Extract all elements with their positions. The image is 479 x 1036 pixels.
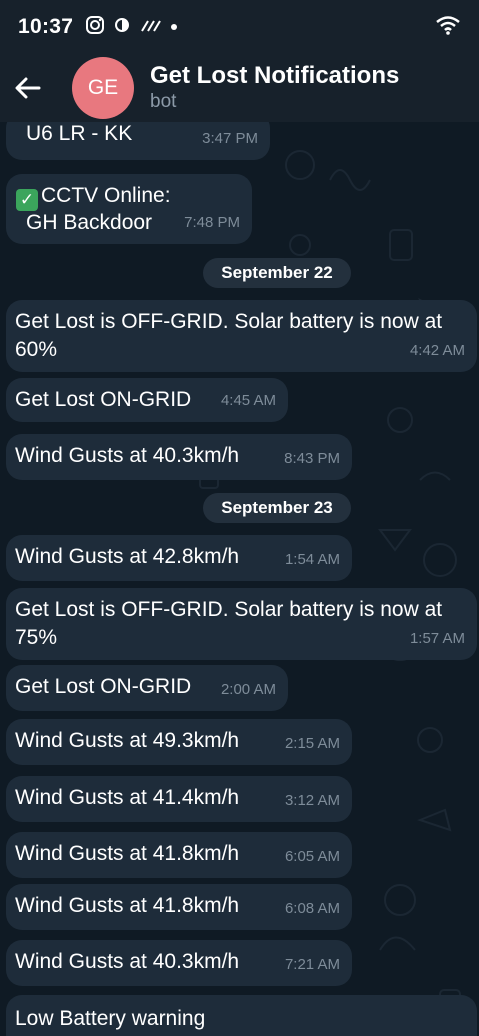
message-time: 3:12 AM	[284, 792, 340, 809]
dot-icon	[170, 18, 178, 36]
message-text-line1: ✓ CCTV Online:	[16, 182, 171, 211]
message-bubble[interactable]: Get Lost is OFF-GRID. Solar battery is n…	[6, 300, 477, 372]
message-text: Wind Gusts at 41.4km/h	[15, 786, 240, 809]
message-bubble[interactable]: Wind Gusts at 41.8km/h 6:05 AM	[6, 832, 352, 878]
message-text: CCTV Online:	[41, 184, 171, 207]
message-time: 7:21 AM	[284, 956, 340, 973]
message-list[interactable]: U6 LR - KK 3:47 PM ✓ CCTV Online: GH Back…	[0, 122, 479, 1036]
message-text-line2: 60%	[15, 338, 58, 361]
message-text: Get Lost ON-GRID	[15, 388, 192, 411]
message-time: 6:08 AM	[284, 900, 340, 917]
avatar-initials: GE	[87, 76, 119, 99]
chat-header: GE Get Lost Notifications bot	[0, 54, 479, 122]
message-bubble[interactable]: Wind Gusts at 41.4km/h 3:12 AM	[6, 776, 352, 822]
message-text-line1: Get Lost is OFF-GRID. Solar battery is n…	[15, 598, 443, 621]
message-time: 1:54 AM	[284, 551, 340, 568]
message-bubble[interactable]: Get Lost ON-GRID 4:45 AM	[6, 378, 288, 422]
date-separator: September 23	[203, 493, 351, 523]
message-text: Wind Gusts at 42.8km/h	[15, 545, 240, 568]
message-text: Wind Gusts at 40.3km/h	[15, 444, 240, 467]
message-bubble[interactable]: Wind Gusts at 49.3km/h 2:15 AM	[6, 719, 352, 765]
message-text: Wind Gusts at 41.8km/h	[15, 894, 240, 917]
status-bar: 10:37	[0, 0, 479, 54]
message-bubble[interactable]: ✓ CCTV Online: GH Backdoor 7:48 PM	[6, 174, 252, 244]
status-time: 10:37	[18, 15, 74, 38]
avatar[interactable]: GE	[72, 57, 134, 119]
message-time: 7:48 PM	[184, 214, 240, 231]
message-text: U6 LR - KK	[26, 122, 133, 145]
message-time: 8:43 PM	[284, 450, 340, 467]
message-bubble[interactable]: Low Battery warning	[6, 995, 477, 1036]
message-time: 2:00 AM	[220, 681, 276, 698]
message-time: 4:45 AM	[220, 392, 276, 409]
message-bubble[interactable]: Wind Gusts at 40.3km/h 8:43 PM	[6, 434, 352, 480]
message-text-line2: 75%	[15, 626, 58, 649]
chat-title-block[interactable]: Get Lost Notifications bot	[150, 62, 399, 114]
message-bubble[interactable]: Get Lost ON-GRID 2:00 AM	[6, 665, 288, 711]
instagram-icon	[85, 15, 105, 40]
chat-title: Get Lost Notifications	[150, 62, 400, 89]
check-mark-icon: ✓	[16, 189, 38, 211]
back-button[interactable]	[6, 66, 50, 110]
data-saver-icon	[114, 17, 130, 38]
arrow-left-icon	[15, 77, 41, 99]
message-bubble[interactable]: Wind Gusts at 42.8km/h 1:54 AM	[6, 535, 352, 581]
message-bubble[interactable]: Get Lost is OFF-GRID. Solar battery is n…	[6, 588, 477, 660]
message-time: 3:47 PM	[202, 130, 258, 147]
message-text: Get Lost ON-GRID	[15, 675, 192, 698]
message-text-line2: GH Backdoor	[26, 211, 153, 234]
message-time: 4:42 AM	[409, 342, 465, 359]
date-separator: September 22	[203, 258, 351, 288]
chat-subtitle: bot	[150, 91, 177, 112]
message-time: 1:57 AM	[409, 630, 465, 647]
signal-icon	[139, 17, 162, 38]
message-bubble[interactable]: Wind Gusts at 41.8km/h 6:08 AM	[6, 884, 352, 930]
message-text: Wind Gusts at 41.8km/h	[15, 842, 240, 865]
wifi-icon	[435, 14, 461, 41]
message-bubble[interactable]: Wind Gusts at 40.3km/h 7:21 AM	[6, 940, 352, 986]
message-text-line1: Get Lost is OFF-GRID. Solar battery is n…	[15, 310, 443, 333]
message-time: 2:15 AM	[284, 735, 340, 752]
message-time: 6:05 AM	[284, 848, 340, 865]
message-text: Low Battery warning	[15, 1007, 206, 1030]
message-text: Wind Gusts at 40.3km/h	[15, 950, 240, 973]
message-bubble[interactable]: U6 LR - KK 3:47 PM	[6, 122, 270, 160]
message-text: Wind Gusts at 49.3km/h	[15, 729, 240, 752]
